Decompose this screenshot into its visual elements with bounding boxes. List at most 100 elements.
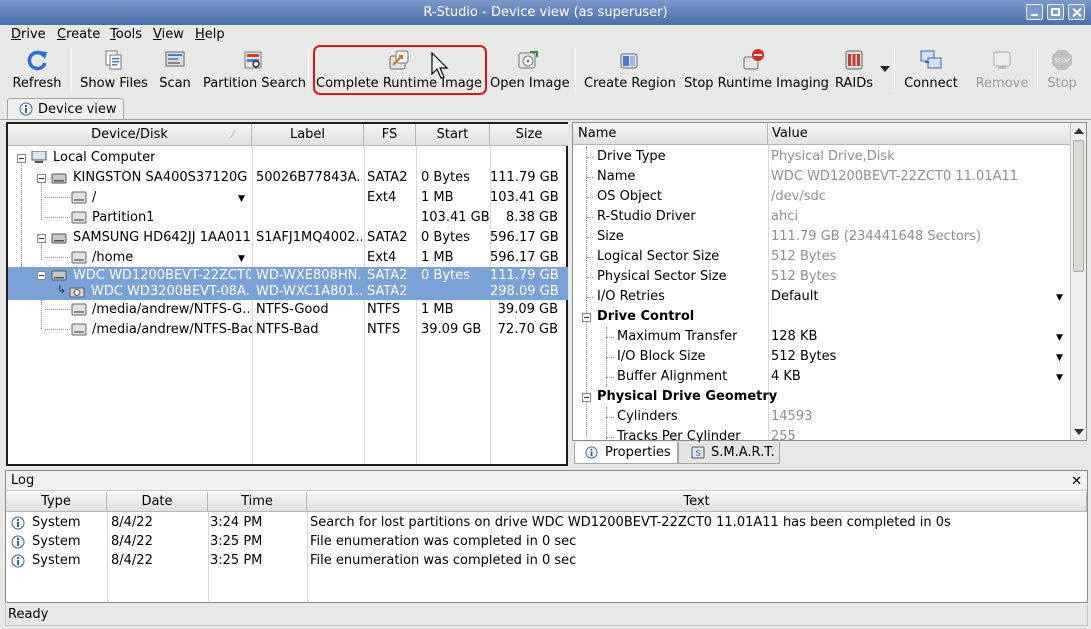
column-value[interactable]: Value [768, 123, 1071, 145]
window-title: R-Studio - Device view (as superuser) [423, 5, 668, 20]
menu-tools[interactable]: Tools [110, 27, 142, 42]
create-region-button[interactable]: Create Region [584, 44, 676, 96]
log-column-text[interactable]: Text [307, 492, 1087, 512]
property-value[interactable]: Default [771, 287, 1041, 307]
property-row[interactable]: R-Studio Driver ahci [573, 207, 1070, 227]
collapse-icon[interactable] [37, 271, 46, 280]
property-row[interactable]: Size 111.79 GB (234441648 Sectors) [573, 227, 1070, 247]
open-image-button[interactable]: Open Image [490, 44, 570, 96]
log-panel: Log ✕ Type Date Time Text System 8/4/22 3:… [5, 470, 1088, 603]
tab-smart[interactable]: S S.M.A.R.T. [678, 442, 780, 464]
stop-button[interactable]: STOP Stop [1042, 44, 1082, 96]
column-label[interactable]: Label [252, 124, 364, 146]
property-row[interactable]: Drive Type Physical Drive,Disk [573, 147, 1070, 167]
info-icon [11, 554, 25, 568]
dropdown-arrow-icon[interactable]: ▼ [238, 254, 245, 264]
property-row[interactable]: Cylinders 14593 [573, 407, 1070, 427]
collapse-icon[interactable] [37, 174, 46, 183]
connect-button[interactable]: Connect [903, 44, 959, 96]
property-section[interactable]: Drive Control [573, 307, 1070, 327]
menu-view[interactable]: View [153, 27, 184, 42]
scroll-down-icon[interactable] [1074, 429, 1084, 435]
close-log-icon[interactable]: ✕ [1071, 472, 1082, 491]
log-column-time[interactable]: Time [208, 492, 307, 512]
mouse-cursor-icon [431, 52, 449, 79]
log-text: Search for lost partitions on drive WDC … [310, 515, 951, 530]
property-row[interactable]: Name WDC WD1200BEVT-22ZCT0 11.01A11 [573, 167, 1070, 187]
menu-help[interactable]: Help [195, 27, 225, 42]
column-fs[interactable]: FS [364, 124, 416, 146]
log-row[interactable]: System 8/4/22 3:25 PM File enumeration was … [6, 532, 1087, 551]
log-date: 8/4/22 [111, 553, 153, 568]
log-type: System [32, 515, 81, 530]
raids-dropdown-arrow-icon[interactable] [880, 66, 890, 72]
view-tab-strip: Device view [0, 96, 1091, 120]
svg-text:STOP: STOP [1054, 58, 1070, 65]
log-row[interactable]: System 8/4/22 3:25 PM File enumeration was … [6, 551, 1087, 570]
refresh-icon [27, 50, 47, 71]
stop-runtime-imaging-button[interactable]: Stop Runtime Imaging [684, 44, 829, 96]
tree-row-wdc-wd3200[interactable]: ↳ WDC WD3200BEVT-08A... WD-WXC1A801... S… [8, 283, 568, 300]
property-row[interactable]: I/O Block Size 512 Bytes ▼ [573, 347, 1070, 367]
property-value[interactable]: 128 KB [771, 327, 1041, 347]
tree-row-root-partition[interactable]: / ▼ Ext4 1 MB 103.41 GB [8, 188, 568, 208]
refresh-button[interactable]: Refresh [8, 44, 66, 96]
collapse-icon[interactable] [37, 234, 46, 243]
property-row[interactable]: I/O Retries Default ▼ [573, 287, 1070, 307]
maximize-button[interactable] [1047, 4, 1064, 20]
tab-device-view[interactable]: Device view [7, 98, 124, 120]
raids-button[interactable]: RAIDs [832, 44, 876, 96]
tab-properties[interactable]: Properties [574, 442, 678, 464]
log-time: 3:25 PM [210, 553, 263, 568]
minimize-button[interactable] [1026, 4, 1043, 20]
tree-row-partition1[interactable]: Partition1 103.41 GB 8.38 GB [8, 208, 568, 228]
property-name: Drive Control [597, 309, 695, 324]
collapse-icon[interactable] [582, 313, 591, 322]
column-name[interactable]: Name [573, 123, 768, 145]
show-files-button[interactable]: Show Files [78, 44, 150, 96]
tree-row-local-computer[interactable]: Local Computer [8, 148, 568, 168]
property-value: /dev/sdc [771, 189, 826, 204]
property-value: 14593 [771, 409, 813, 424]
tree-row-wdc-wd1200[interactable]: WDC WD1200BEVT-22ZCT0... WD-WXE808HN... … [8, 267, 568, 284]
partition-icon [71, 323, 87, 336]
menu-drive[interactable]: Drive [11, 27, 46, 42]
partition-search-button[interactable]: Partition Search [203, 44, 306, 96]
property-value[interactable]: 4 KB [771, 367, 1041, 387]
tree-row-kingston[interactable]: KINGSTON SA400S37120G ... 50026B77843A..… [8, 168, 568, 188]
scan-button[interactable]: Scan [155, 44, 195, 96]
scroll-up-icon[interactable] [1074, 128, 1084, 134]
property-value: 111.79 GB (234441648 Sectors) [771, 229, 982, 244]
property-name: R-Studio Driver [597, 209, 696, 224]
dropdown-arrow-icon[interactable]: ▼ [1056, 333, 1063, 343]
property-row[interactable]: Logical Sector Size 512 Bytes [573, 247, 1070, 267]
column-device-disk[interactable]: Device/Disk [8, 124, 252, 146]
property-name: Physical Drive Geometry [597, 389, 778, 404]
tree-row-ntfs-bad[interactable]: /media/andrew/NTFS-Bad NTFS-Bad NTFS 39.… [8, 320, 568, 340]
remove-button[interactable]: Remove [974, 44, 1030, 96]
menu-create[interactable]: Create [57, 27, 100, 42]
dropdown-arrow-icon[interactable]: ▼ [1056, 353, 1063, 363]
property-row[interactable]: Buffer Alignment 4 KB ▼ [573, 367, 1070, 387]
tree-row-samsung[interactable]: SAMSUNG HD642JJ 1AA011... S1AFJ1MQ4002..… [8, 228, 568, 248]
property-row[interactable]: Physical Sector Size 512 Bytes [573, 267, 1070, 287]
log-column-type[interactable]: Type [6, 492, 107, 512]
property-value[interactable]: 512 Bytes [771, 347, 1041, 367]
log-column-date[interactable]: Date [107, 492, 208, 512]
close-window-button[interactable] [1068, 4, 1085, 20]
dropdown-arrow-icon[interactable]: ▼ [1056, 373, 1063, 383]
property-row[interactable]: OS Object/dev/sdc [573, 187, 1070, 207]
collapse-icon[interactable] [582, 393, 591, 402]
collapse-icon[interactable] [17, 154, 26, 163]
property-row[interactable]: Maximum Transfer 128 KB ▼ [573, 327, 1070, 347]
tree-row-ntfs-good[interactable]: /media/andrew/NTFS-G... NTFS-Good NTFS 1… [8, 300, 568, 320]
property-section[interactable]: Physical Drive Geometry [573, 387, 1070, 407]
properties-scrollbar[interactable] [1070, 123, 1086, 440]
log-row[interactable]: System 8/4/22 3:24 PM Search for lost parti… [6, 513, 1087, 532]
scrollbar-thumb[interactable] [1073, 140, 1084, 272]
column-size[interactable]: Size [490, 124, 568, 146]
column-start[interactable]: Start [416, 124, 490, 146]
dropdown-arrow-icon[interactable]: ▼ [238, 194, 245, 204]
tree-row-home-partition[interactable]: /home ▼ Ext4 1 MB 596.17 GB [8, 248, 568, 268]
dropdown-arrow-icon[interactable]: ▼ [1056, 293, 1063, 303]
